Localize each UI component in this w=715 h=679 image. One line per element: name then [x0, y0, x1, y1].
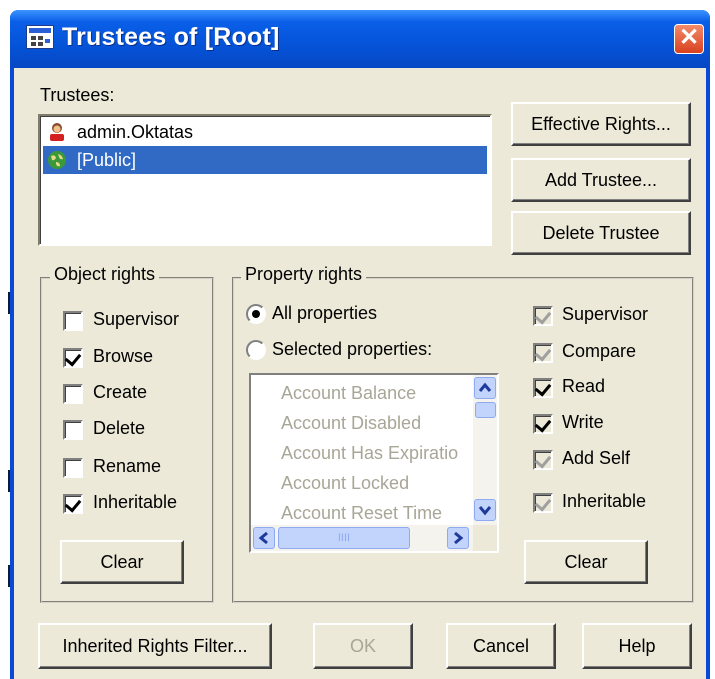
prop-inheritable-checkbox[interactable] [533, 493, 553, 513]
vertical-scrollbar[interactable] [473, 375, 497, 525]
prop-supervisor-checkbox[interactable] [533, 306, 553, 326]
effective-rights-button[interactable]: Effective Rights... [511, 102, 691, 146]
user-icon [50, 123, 64, 141]
trustees-app-icon [26, 25, 54, 49]
property-item[interactable]: Account Balance [281, 383, 416, 404]
scroll-right-button[interactable] [447, 527, 469, 549]
obj-inheritable-checkbox[interactable] [63, 494, 83, 514]
chevron-right-icon [454, 531, 464, 545]
cancel-button[interactable]: Cancel [446, 623, 556, 669]
trustee-item-admin[interactable]: admin.Oktatas [43, 118, 487, 146]
prop-compare-label: Compare [562, 341, 637, 361]
scroll-grip: IIII [337, 532, 351, 544]
all-properties-radio[interactable] [246, 304, 266, 324]
prop-add-self-label: Add Self [562, 448, 631, 468]
window-title: Trustees of [Root] [62, 23, 280, 51]
chevron-left-icon [258, 531, 268, 545]
prop-write-checkbox[interactable] [533, 414, 553, 434]
scroll-down-button[interactable] [474, 499, 496, 521]
object-rights-title: Object rights [50, 264, 160, 285]
chevron-up-icon [478, 382, 492, 392]
property-rights-clear-button[interactable]: Clear [524, 540, 648, 584]
scrollbar-corner [473, 525, 497, 551]
prop-compare-checkbox[interactable] [533, 343, 553, 363]
obj-create-checkbox[interactable] [63, 384, 83, 404]
property-item[interactable]: Account Locked [281, 473, 409, 494]
title-bar[interactable]: Trustees of [Root] ✕ [10, 10, 710, 68]
obj-inheritable-label: Inheritable [93, 492, 178, 512]
prop-read-checkbox[interactable] [533, 378, 553, 398]
all-properties-label: All properties [272, 303, 378, 323]
obj-rename-checkbox[interactable] [63, 458, 83, 478]
horizontal-scrollbar[interactable]: IIII [251, 525, 473, 551]
property-item[interactable]: Account Has Expiratio [281, 443, 458, 464]
property-rights-title: Property rights [241, 264, 367, 285]
obj-rename-label: Rename [93, 456, 162, 476]
horizontal-scroll-thumb[interactable]: IIII [278, 527, 410, 549]
dialog-window: Trustees of [Root] ✕ Trustees: admin.Okt… [10, 10, 710, 679]
obj-delete-label: Delete [93, 418, 146, 438]
scroll-left-button[interactable] [253, 527, 275, 549]
selected-properties-radio[interactable] [246, 340, 266, 360]
prop-read-label: Read [562, 376, 606, 396]
dialog-client: Trustees: admin.Oktatas [Public] Effecti… [14, 68, 706, 679]
property-item[interactable]: Account Disabled [281, 413, 421, 434]
selected-properties-label: Selected properties: [272, 339, 433, 359]
chevron-down-icon [478, 506, 492, 516]
close-button[interactable]: ✕ [674, 24, 704, 54]
obj-browse-label: Browse [93, 346, 154, 366]
close-icon: ✕ [678, 24, 700, 51]
add-trustee-button[interactable]: Add Trustee... [511, 158, 691, 202]
trustee-name: admin.Oktatas [77, 122, 194, 142]
prop-supervisor-label: Supervisor [562, 304, 649, 324]
obj-supervisor-label: Supervisor [93, 309, 180, 329]
prop-add-self-checkbox[interactable] [533, 450, 553, 470]
properties-list[interactable]: Account Balance Account Disabled Account… [249, 373, 499, 553]
trustees-list[interactable]: admin.Oktatas [Public] [38, 114, 492, 246]
scroll-up-button[interactable] [474, 377, 496, 399]
property-item[interactable]: Account Reset Time [281, 503, 442, 524]
obj-create-label: Create [93, 382, 148, 402]
inherited-rights-filter-button[interactable]: Inherited Rights Filter... [38, 623, 272, 669]
vertical-scroll-thumb[interactable] [475, 402, 496, 418]
prop-write-label: Write [562, 412, 604, 432]
obj-browse-checkbox[interactable] [63, 348, 83, 368]
object-rights-clear-button[interactable]: Clear [60, 540, 184, 584]
help-button[interactable]: Help [582, 623, 692, 669]
trustees-label: Trustees: [40, 85, 115, 105]
delete-trustee-button[interactable]: Delete Trustee [511, 211, 691, 255]
prop-inheritable-label: Inheritable [562, 491, 647, 511]
trustee-item-public[interactable]: [Public] [43, 146, 487, 174]
globe-icon [48, 151, 66, 169]
trustee-name: [Public] [77, 150, 137, 170]
obj-delete-checkbox[interactable] [63, 420, 83, 440]
obj-supervisor-checkbox[interactable] [63, 311, 83, 331]
ok-button[interactable]: OK [313, 623, 413, 669]
